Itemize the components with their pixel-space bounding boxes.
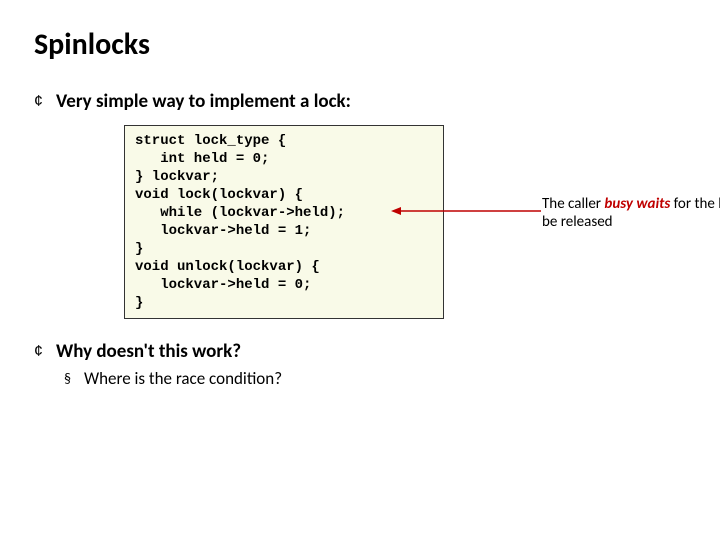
annotation-text: The caller busy waits for the lock to be… bbox=[542, 195, 720, 231]
annotation-pre: The caller bbox=[542, 195, 604, 213]
slide: Spinlocks ¢ Very simple way to implement… bbox=[0, 0, 720, 540]
sub-bullet-text: Where is the race condition? bbox=[84, 369, 282, 389]
code-block-wrap: struct lock_type { int held = 0; } lockv… bbox=[124, 125, 686, 319]
bullet-text: Why doesn't this work? bbox=[56, 341, 241, 363]
annotation-emphasis: busy waits bbox=[604, 195, 670, 213]
bullet-item-1: ¢ Very simple way to implement a lock: bbox=[34, 91, 686, 113]
code-box: struct lock_type { int held = 0; } lockv… bbox=[124, 125, 444, 319]
slide-title: Spinlocks bbox=[34, 28, 686, 61]
bullet-text: Very simple way to implement a lock: bbox=[56, 91, 351, 113]
bullet-glyph: ¢ bbox=[34, 91, 56, 113]
sub-bullet-glyph: § bbox=[64, 369, 84, 389]
bullet-glyph: ¢ bbox=[34, 341, 56, 363]
bullet-item-2: ¢ Why doesn't this work? bbox=[34, 341, 686, 363]
sub-bullet-item-1: § Where is the race condition? bbox=[64, 369, 686, 389]
code-text: struct lock_type { int held = 0; } lockv… bbox=[135, 132, 433, 312]
